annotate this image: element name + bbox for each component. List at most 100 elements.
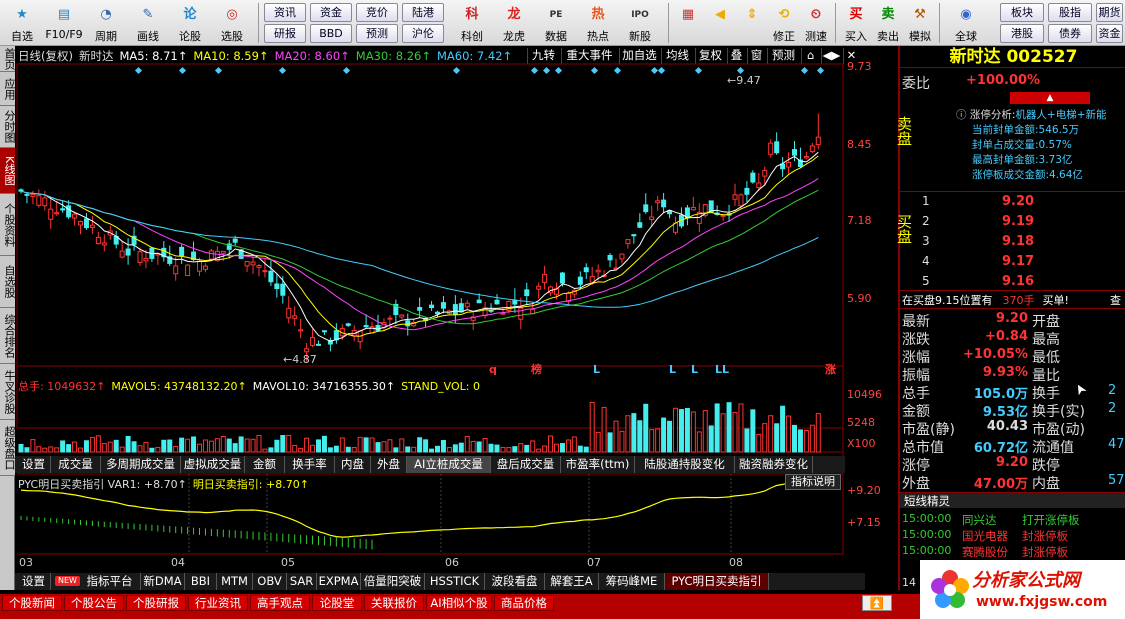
toolbar-pencil-button[interactable]: ✎ 画线	[128, 0, 168, 45]
toolbar-small-button-1[interactable]: 资金	[310, 3, 352, 22]
news-tab-6[interactable]: 关联报价	[364, 595, 424, 611]
toolbar-market-button-2[interactable]: 期货	[1096, 3, 1123, 22]
toolbar-small-button-6[interactable]: 预测	[356, 24, 398, 43]
toolbar-sell-button[interactable]: 卖卖出	[872, 0, 904, 45]
left-tab-4[interactable]: 个股资料	[0, 194, 16, 256]
left-tab-6[interactable]: 综合排名	[0, 308, 16, 364]
indicator-tab-10[interactable]: 市盈率(ttm)	[561, 456, 635, 473]
indicator-platform-tab-11[interactable]: 波段看盘	[485, 573, 545, 590]
volume-bar	[202, 439, 208, 453]
indicator-platform-tab-14[interactable]: PYC明日买卖指引	[665, 573, 769, 590]
candle-body	[244, 260, 250, 267]
left-tab-2[interactable]: 分时图	[0, 106, 16, 148]
chart-canvas[interactable]: 9.738.457.185.90←9.47←4.87q 榜 L L L LL 涨104965…	[15, 46, 897, 590]
volume-bar	[667, 420, 673, 453]
toolbar-chart-circle-button[interactable]: ◎ 选股	[212, 0, 252, 45]
toolbar-small-button-0[interactable]: 资讯	[264, 3, 306, 22]
volume-bar	[643, 403, 649, 453]
toolbar-up-down-arrow-button[interactable]: ⇕	[736, 0, 768, 45]
left-tab-0[interactable]: 首页	[0, 46, 16, 72]
indicator-platform-tab-3[interactable]: 新DMA	[141, 573, 185, 590]
toolbar-small-button-3[interactable]: 陆港	[402, 3, 444, 22]
news-tab-2[interactable]: 个股研报	[126, 595, 186, 611]
event-diamond	[816, 66, 825, 75]
toolbar-fix-button[interactable]: ⟲ 修正	[768, 0, 800, 45]
indicator-tab-9[interactable]: 盘后成交量	[491, 456, 561, 473]
toolbar-market-button-4[interactable]: 债券	[1048, 24, 1092, 43]
indicator-platform-tab-10[interactable]: HSSTICK	[425, 573, 485, 590]
indicator-tab-4[interactable]: 金额	[245, 456, 285, 473]
candle-body	[750, 172, 756, 183]
candle-body	[768, 142, 774, 155]
volume-bar	[762, 423, 768, 453]
news-tab-3[interactable]: 行业资讯	[188, 595, 248, 611]
indicator-tab-0[interactable]: 设置	[17, 456, 51, 473]
toolbar-buy-button[interactable]: 买买入	[840, 0, 872, 45]
indicator-platform-tab-12[interactable]: 解套王A	[545, 573, 599, 590]
sell-side-label: 卖盘	[895, 116, 913, 146]
bid-note-button[interactable]: 查	[1110, 292, 1121, 308]
toolbar-market-button-5[interactable]: 资金	[1096, 24, 1123, 43]
toolbar-market-button-3[interactable]: 港股	[1000, 24, 1044, 43]
indicator-tab-8[interactable]: AI立桩成交量	[407, 456, 491, 473]
volume-bar	[387, 439, 393, 453]
indicator-tab-12[interactable]: 融资融券变化	[735, 456, 813, 473]
indicator-platform-tab-13[interactable]: 筹码峰ME	[599, 573, 665, 590]
toolbar-small-button-4[interactable]: 研报	[264, 24, 306, 43]
news-collapse-button[interactable]: ⏫	[862, 595, 892, 611]
news-tab-5[interactable]: 论股堂	[312, 595, 362, 611]
left-tab-7[interactable]: 牛叉诊股	[0, 364, 16, 420]
indicator-platform-tab-5[interactable]: MTM	[217, 573, 253, 590]
new-badge: NEW	[55, 576, 80, 586]
news-tab-7[interactable]: AI相似个股	[426, 595, 492, 611]
indicator-tab-11[interactable]: 陆股通持股变化	[635, 456, 735, 473]
news-tab-1[interactable]: 个股公告	[64, 595, 124, 611]
indicator-platform-tab-4[interactable]: BBI	[185, 573, 217, 590]
news-tab-4[interactable]: 高手观点	[250, 595, 310, 611]
indicator-tab-5[interactable]: 换手率	[285, 456, 335, 473]
toolbar-kechuang-button[interactable]: 科科创	[452, 0, 492, 45]
toolbar-market-button-1[interactable]: 股指	[1048, 3, 1092, 22]
indicator-platform-tab-8[interactable]: EXPMA	[317, 573, 361, 590]
toolbar-market-button-0[interactable]: 板块	[1000, 3, 1044, 22]
kline-chart-area[interactable]: 日线(复权) 新时达 MA5: 8.71↑ MA10: 8.59↑ MA20: 8.60…	[15, 46, 897, 590]
indicator-tab-7[interactable]: 外盘	[371, 456, 407, 473]
toolbar-dragon-button[interactable]: 龙龙虎	[494, 0, 534, 45]
indicator-tab-1[interactable]: 成交量	[51, 456, 101, 473]
left-tab-5[interactable]: 自选股	[0, 256, 16, 308]
toolbar-small-button-7[interactable]: 沪伦	[402, 24, 444, 43]
news-tab-0[interactable]: 个股新闻	[2, 595, 62, 611]
toolbar-globe-button[interactable]: ◉ 全球	[944, 0, 988, 45]
toolbar-star-button[interactable]: ★ 自选	[2, 0, 42, 45]
indicator-platform-tab-0[interactable]: 设置	[17, 573, 51, 590]
collapse-button[interactable]: ▲	[1010, 92, 1090, 104]
toolbar-clock-button[interactable]: ◔ 周期	[86, 0, 126, 45]
left-tab-8[interactable]: 超级盘口	[0, 420, 16, 476]
indicator-tab-3[interactable]: 虚拟成交量	[181, 456, 245, 473]
divider	[900, 308, 1125, 309]
indicator-platform-tab-2[interactable]: 指标平台	[79, 573, 141, 590]
news-tab-8[interactable]: 商品价格	[494, 595, 554, 611]
candle-body	[292, 315, 298, 319]
toolbar-hammer-button[interactable]: ⚒ 模拟	[904, 0, 936, 45]
toolbar-back-arrow-button[interactable]: ◀	[704, 0, 736, 45]
toolbar-small-button-5[interactable]: BBD	[310, 24, 352, 43]
toolbar-grid-button[interactable]: ▦	[672, 0, 704, 45]
indicator-help-button[interactable]: 指标说明	[785, 474, 841, 490]
indicator-platform-tab-7[interactable]: SAR	[287, 573, 317, 590]
toolbar-f10-button[interactable]: ▤ F10/F9	[44, 0, 84, 45]
indicator-platform-tab-9[interactable]: 倍量阳突破	[361, 573, 425, 590]
left-tab-1[interactable]: 应用	[0, 72, 16, 106]
indicator-tab-6[interactable]: 内盘	[335, 456, 371, 473]
toolbar-ipo-button[interactable]: IPO 新股	[620, 0, 660, 45]
toolbar-pe-button[interactable]: PE 数据	[536, 0, 576, 45]
candle-body	[780, 163, 786, 170]
toolbar-speed-button[interactable]: ⏲ 测速	[800, 0, 832, 45]
left-tab-3[interactable]: K线图	[0, 148, 16, 194]
event-marker: L	[691, 363, 698, 376]
indicator-platform-tab-6[interactable]: OBV	[253, 573, 287, 590]
indicator-tab-2[interactable]: 多周期成交量	[101, 456, 181, 473]
toolbar-lun-button[interactable]: 论论股	[170, 0, 210, 45]
toolbar-hot-button[interactable]: 热热点	[578, 0, 618, 45]
toolbar-small-button-2[interactable]: 竞价	[356, 3, 398, 22]
